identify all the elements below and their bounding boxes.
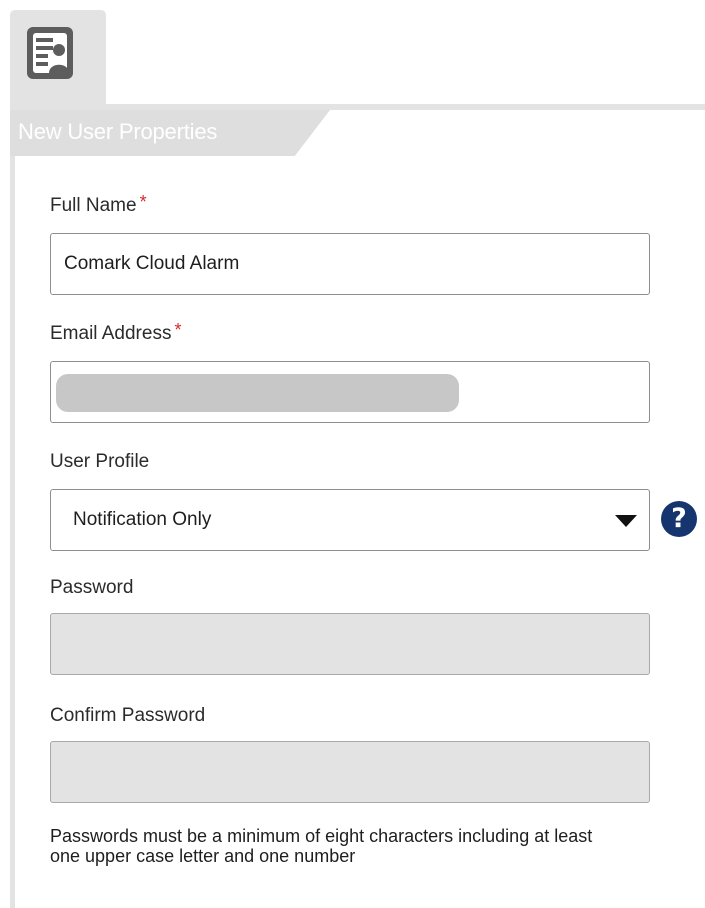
- password-input[interactable]: [50, 613, 650, 675]
- user-profile-selected: Notification Only: [73, 509, 212, 530]
- user-card-icon: [27, 27, 73, 79]
- password-requirements-hint: Passwords must be a minimum of eight cha…: [50, 826, 593, 866]
- user-profile-label: User Profile: [50, 451, 150, 472]
- redacted-email-value: [56, 374, 459, 412]
- required-indicator: *: [174, 320, 182, 340]
- password-label: Password: [50, 577, 134, 598]
- email-address-label: Email Address *: [50, 320, 182, 344]
- confirm-password-label: Confirm Password: [50, 705, 206, 726]
- dropdown-arrow-icon: [615, 515, 637, 527]
- required-indicator: *: [139, 192, 147, 212]
- help-icon[interactable]: ?: [661, 501, 697, 537]
- user-properties-tab[interactable]: [10, 10, 106, 106]
- confirm-password-input[interactable]: [50, 741, 650, 803]
- full-name-input[interactable]: Comark Cloud Alarm: [50, 233, 650, 295]
- full-name-label: Full Name *: [50, 192, 147, 216]
- email-address-input[interactable]: [50, 361, 650, 423]
- full-name-value: Comark Cloud Alarm: [64, 253, 240, 274]
- panel-left-border: [10, 156, 15, 908]
- section-title: New User Properties: [18, 119, 218, 144]
- user-profile-select[interactable]: Notification Only: [50, 489, 650, 551]
- panel-top-border: [10, 104, 705, 110]
